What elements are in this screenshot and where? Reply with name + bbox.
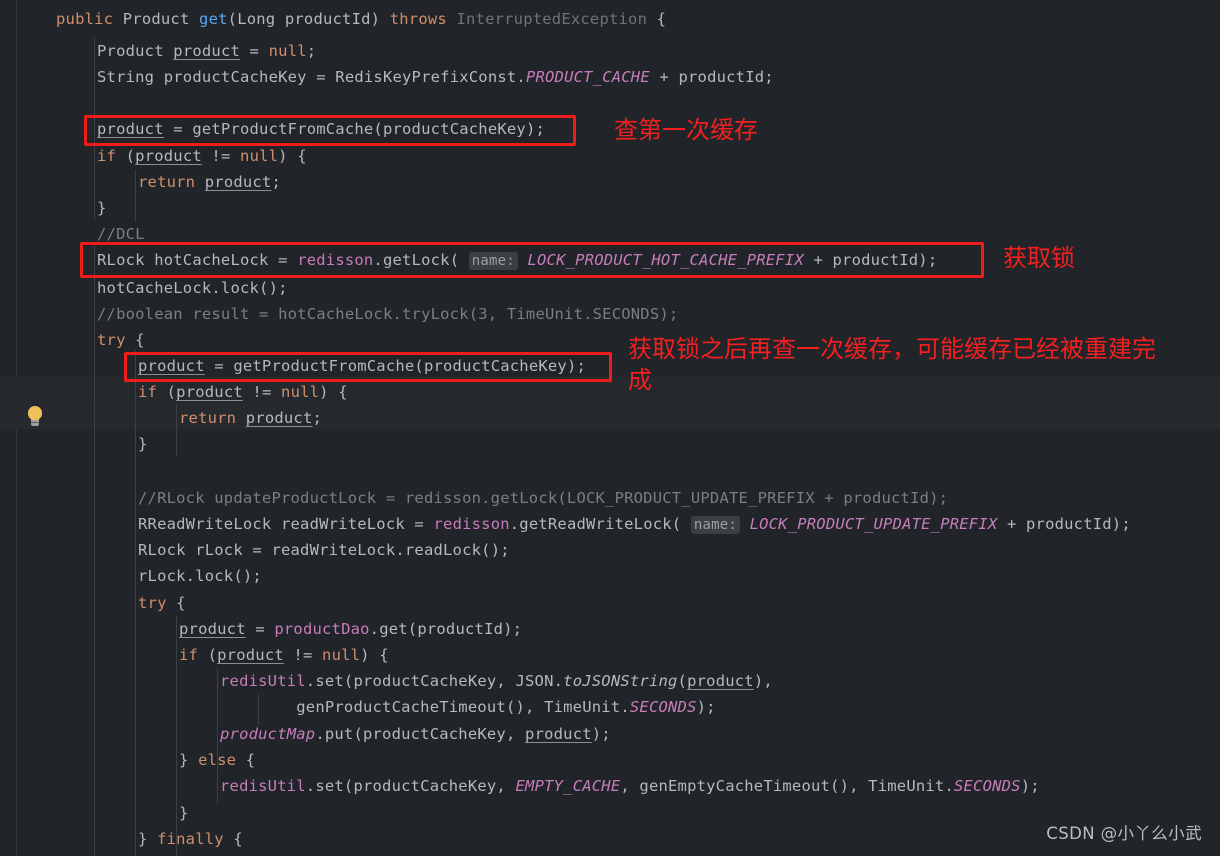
code-line: public Product get(Long productId) throw… bbox=[56, 10, 667, 28]
code-line: product = getProductFromCache(productCac… bbox=[97, 120, 546, 138]
code-line: return product; bbox=[179, 409, 323, 427]
code-line: RReadWriteLock readWriteLock = redisson.… bbox=[138, 515, 1131, 534]
code-line: redisUtil.set(productCacheKey, JSON.toJS… bbox=[220, 672, 773, 690]
annotation-first-cache-lookup: 查第一次缓存 bbox=[614, 116, 758, 144]
code-line: } else { bbox=[179, 751, 256, 769]
annotation-recheck-cache: 获取锁之后再查一次缓存，可能缓存已经被重建完 成 bbox=[628, 335, 1156, 394]
code-line: if (product != null) { bbox=[138, 383, 348, 401]
code-editor[interactable]: public Product get(Long productId) throw… bbox=[0, 0, 1220, 856]
code-line: String productCacheKey = RedisKeyPrefixC… bbox=[97, 68, 774, 86]
code-line: product = getProductFromCache(productCac… bbox=[138, 357, 587, 375]
code-line: genProductCacheTimeout(), TimeUnit.SECON… bbox=[220, 698, 716, 716]
code-line: try { bbox=[138, 594, 186, 612]
code-line: productMap.put(productCacheKey, product)… bbox=[220, 725, 611, 743]
code-line: RLock rLock = readWriteLock.readLock(); bbox=[138, 541, 510, 559]
code-content[interactable]: public Product get(Long productId) throw… bbox=[0, 0, 1220, 856]
code-line-comment: //RLock updateProductLock = redisson.get… bbox=[138, 489, 949, 507]
code-line: RLock hotCacheLock = redisson.getLock( n… bbox=[97, 251, 938, 270]
watermark: CSDN @小丫么小武 bbox=[1046, 824, 1202, 843]
code-line: } bbox=[179, 804, 189, 822]
code-line-comment: //boolean result = hotCacheLock.tryLock(… bbox=[97, 305, 679, 323]
code-line: hotCacheLock.lock(); bbox=[97, 279, 288, 297]
code-line: redisUtil.set(productCacheKey, EMPTY_CAC… bbox=[220, 777, 1040, 795]
code-line: Product product = null; bbox=[97, 42, 317, 60]
code-line: rLock.lock(); bbox=[138, 567, 262, 585]
code-line: if (product != null) { bbox=[97, 147, 307, 165]
code-line: product = productDao.get(productId); bbox=[179, 620, 523, 638]
code-line: try { bbox=[97, 331, 145, 349]
code-line: if (product != null) { bbox=[179, 646, 389, 664]
code-line: return product; bbox=[138, 173, 282, 191]
code-line: } bbox=[138, 435, 148, 453]
annotation-acquire-lock: 获取锁 bbox=[1003, 244, 1075, 272]
code-line: } bbox=[97, 199, 107, 217]
code-line-comment: //DCL bbox=[97, 225, 145, 243]
code-line: } finally { bbox=[138, 830, 243, 848]
